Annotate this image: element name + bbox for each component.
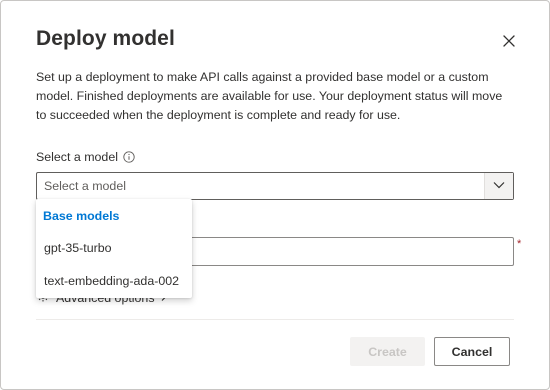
- model-dropdown-list: Base models gpt-35-turbo text-embedding-…: [36, 199, 192, 298]
- model-dropdown-toggle[interactable]: [484, 173, 513, 199]
- close-icon: [498, 30, 520, 52]
- close-button[interactable]: [498, 30, 520, 52]
- deploy-model-dialog: Deploy model Set up a deployment to make…: [0, 0, 550, 390]
- dialog-title: Deploy model: [36, 27, 175, 50]
- model-field-label-row: Select a model: [36, 150, 135, 164]
- footer-divider: [36, 319, 514, 320]
- required-marker: *: [517, 238, 522, 250]
- info-icon[interactable]: [123, 151, 135, 163]
- model-field-label: Select a model: [36, 150, 118, 164]
- chevron-down-icon: [492, 177, 506, 195]
- model-combobox[interactable]: [36, 172, 514, 200]
- create-button[interactable]: Create: [350, 337, 425, 366]
- dropdown-option-gpt-35-turbo[interactable]: gpt-35-turbo: [36, 233, 192, 263]
- dropdown-group-header: Base models: [43, 209, 120, 223]
- model-select-input[interactable]: [38, 174, 484, 198]
- dropdown-option-text-embedding-ada-002[interactable]: text-embedding-ada-002: [36, 266, 192, 296]
- dialog-description: Set up a deployment to make API calls ag…: [36, 70, 503, 122]
- cancel-button[interactable]: Cancel: [434, 337, 510, 366]
